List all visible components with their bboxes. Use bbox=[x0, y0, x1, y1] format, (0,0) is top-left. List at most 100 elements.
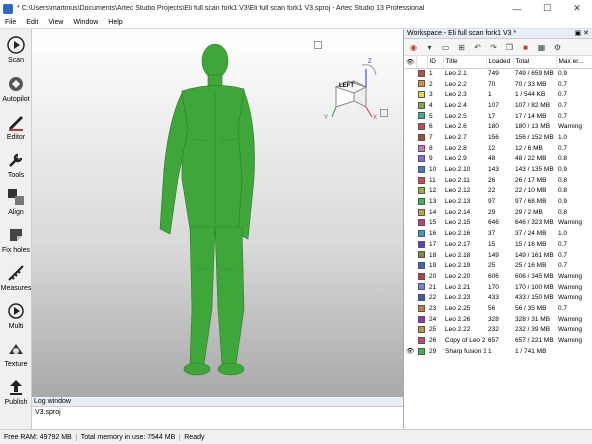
table-row[interactable]: 18 Leo 2.18 149 149 / 161 MB 0.7 bbox=[404, 250, 592, 261]
visibility-cell[interactable] bbox=[404, 164, 416, 175]
gear-icon[interactable]: ⚙ bbox=[552, 42, 563, 53]
visibility-cell[interactable] bbox=[404, 282, 416, 293]
copy-icon[interactable]: ❐ bbox=[504, 42, 515, 53]
visibility-cell[interactable] bbox=[404, 325, 416, 336]
visibility-cell[interactable] bbox=[404, 303, 416, 314]
table-row[interactable]: 21 Leo 2.21 170 170 / 100 MB Warning bbox=[404, 282, 592, 293]
table-row[interactable]: 6 Leo 2.6 180 180 / 13 MB Warning bbox=[404, 121, 592, 132]
menu-window[interactable]: Window bbox=[68, 19, 103, 26]
visibility-cell[interactable] bbox=[404, 132, 416, 143]
color-swatch[interactable] bbox=[418, 112, 425, 120]
fit-view-icon[interactable] bbox=[314, 41, 322, 49]
visibility-cell[interactable] bbox=[404, 79, 416, 90]
color-swatch[interactable] bbox=[418, 80, 425, 88]
color-swatch[interactable] bbox=[418, 304, 425, 312]
color-swatch[interactable] bbox=[418, 187, 425, 195]
table-row[interactable]: 19 Leo 2.19 25 25 / 16 MB 0.7 bbox=[404, 260, 592, 271]
tool-publish[interactable]: Publish bbox=[0, 377, 32, 406]
visibility-cell[interactable] bbox=[404, 207, 416, 218]
visibility-cell[interactable] bbox=[404, 68, 416, 79]
visibility-column-header[interactable]: 👁 bbox=[404, 56, 417, 69]
tool-align[interactable]: Align bbox=[0, 187, 32, 216]
column-header[interactable]: Max er... bbox=[556, 56, 592, 69]
tool-scan[interactable]: Scan bbox=[0, 35, 32, 64]
column-header[interactable]: Total bbox=[513, 56, 557, 69]
table-row[interactable]: 7 Leo 2.7 156 156 / 152 MB 1.0 bbox=[404, 132, 592, 143]
color-swatch[interactable] bbox=[418, 101, 425, 109]
color-swatch[interactable] bbox=[418, 133, 425, 141]
visibility-cell[interactable] bbox=[404, 154, 416, 165]
redo-icon[interactable]: ↷ bbox=[488, 42, 499, 53]
menu-file[interactable]: File bbox=[0, 19, 21, 26]
tool-measures[interactable]: Measures bbox=[0, 263, 32, 292]
table-row[interactable]: 4 Leo 2.4 107 107 / 82 MB 0.7 bbox=[404, 100, 592, 111]
table-row[interactable]: 25 Leo 2.22 232 232 / 39 MB Warning bbox=[404, 325, 592, 336]
table-row[interactable]: 11 Leo 2.11 26 26 / 17 MB 0.8 bbox=[404, 175, 592, 186]
table-row[interactable]: 2 Leo 2.2 70 70 / 33 MB 0.7 bbox=[404, 79, 592, 90]
tool-editor[interactable]: Editor bbox=[0, 112, 32, 141]
color-swatch[interactable] bbox=[418, 69, 425, 77]
table-row[interactable]: 8 Leo 2.8 12 12 / 6 MB 0.7 bbox=[404, 143, 592, 154]
table-row[interactable]: 10 Leo 2.10 143 143 / 135 MB 0.9 bbox=[404, 164, 592, 175]
visibility-cell[interactable] bbox=[404, 260, 416, 271]
visibility-cell[interactable] bbox=[404, 228, 416, 239]
visibility-cell[interactable] bbox=[404, 186, 416, 197]
visibility-cell[interactable] bbox=[404, 196, 416, 207]
tool-multi[interactable]: Multi bbox=[0, 301, 32, 330]
tool-autopilot[interactable]: Autopilot bbox=[0, 74, 32, 103]
visibility-cell[interactable] bbox=[404, 239, 416, 250]
visibility-cell[interactable] bbox=[404, 292, 416, 303]
maximize-button[interactable]: ☐ bbox=[532, 0, 562, 17]
color-column-header[interactable] bbox=[416, 56, 428, 69]
visibility-cell[interactable] bbox=[404, 335, 416, 346]
menu-view[interactable]: View bbox=[43, 19, 68, 26]
table-row[interactable]: 20 Leo 2.20 606 606 / 345 MB Warning bbox=[404, 271, 592, 282]
visibility-cell[interactable] bbox=[404, 111, 416, 122]
tool-fix-holes[interactable]: Fix holes bbox=[0, 225, 32, 254]
tool-texture[interactable]: Texture bbox=[0, 339, 32, 368]
column-header[interactable]: Title bbox=[443, 56, 487, 69]
visibility-cell[interactable] bbox=[404, 143, 416, 154]
color-swatch[interactable] bbox=[418, 251, 425, 259]
select-icon[interactable]: ⊞ bbox=[456, 42, 467, 53]
color-swatch[interactable] bbox=[418, 262, 425, 270]
visibility-cell[interactable] bbox=[404, 121, 416, 132]
record-icon[interactable]: ◉ bbox=[408, 42, 419, 53]
chevron-down-icon[interactable]: ▾ bbox=[424, 42, 435, 53]
cube-settings-icon[interactable] bbox=[380, 109, 388, 117]
table-row[interactable]: 12 Leo 2.12 22 22 / 10 MB 0.8 bbox=[404, 186, 592, 197]
minimize-button[interactable]: — bbox=[502, 0, 532, 17]
color-swatch[interactable] bbox=[418, 336, 425, 344]
color-swatch[interactable] bbox=[418, 208, 425, 216]
3d-viewport[interactable]: LEFT Y X Z bbox=[32, 29, 403, 396]
table-row[interactable]: 16 Leo 2.16 37 37 / 24 MB 1.0 bbox=[404, 228, 592, 239]
panel-close-icon[interactable]: ▣ ✕ bbox=[575, 29, 592, 38]
table-row[interactable]: 15 Leo 2.15 646 646 / 323 MB Warning bbox=[404, 218, 592, 229]
visibility-cell[interactable] bbox=[404, 314, 416, 325]
table-row[interactable]: 24 Leo 2.26 328 328 / 31 MB Warning bbox=[404, 314, 592, 325]
table-row[interactable]: 13 Leo 2.13 97 97 / 68 MB 0.9 bbox=[404, 196, 592, 207]
color-swatch[interactable] bbox=[418, 240, 425, 248]
table-icon[interactable]: ▦ bbox=[536, 42, 547, 53]
tool-tools[interactable]: Tools bbox=[0, 150, 32, 179]
color-swatch[interactable] bbox=[418, 219, 425, 227]
visibility-cell[interactable] bbox=[404, 218, 416, 229]
color-swatch[interactable] bbox=[418, 347, 425, 355]
table-row[interactable]: 👁 29 Sharp fusion 31 1 / 741 MB bbox=[404, 346, 592, 357]
folder-icon[interactable]: ▭ bbox=[440, 42, 451, 53]
visibility-cell[interactable] bbox=[404, 271, 416, 282]
table-row[interactable]: 5 Leo 2.5 17 17 / 14 MB 0.7 bbox=[404, 111, 592, 122]
color-swatch[interactable] bbox=[418, 283, 425, 291]
view-cube[interactable]: LEFT Y X Z bbox=[322, 59, 382, 129]
column-header[interactable]: ID bbox=[427, 56, 444, 69]
color-swatch[interactable] bbox=[418, 165, 425, 173]
column-header[interactable]: Loaded bbox=[486, 56, 514, 69]
table-row[interactable]: 1 Leo 2.1 749 749 / 659 MB 0.9 bbox=[404, 68, 592, 79]
visibility-cell[interactable]: 👁 bbox=[404, 346, 416, 357]
color-swatch[interactable] bbox=[418, 230, 425, 238]
visibility-cell[interactable] bbox=[404, 250, 416, 261]
undo-icon[interactable]: ↶ bbox=[472, 42, 483, 53]
color-swatch[interactable] bbox=[418, 155, 425, 163]
color-swatch[interactable] bbox=[418, 315, 425, 323]
color-swatch[interactable] bbox=[418, 197, 425, 205]
